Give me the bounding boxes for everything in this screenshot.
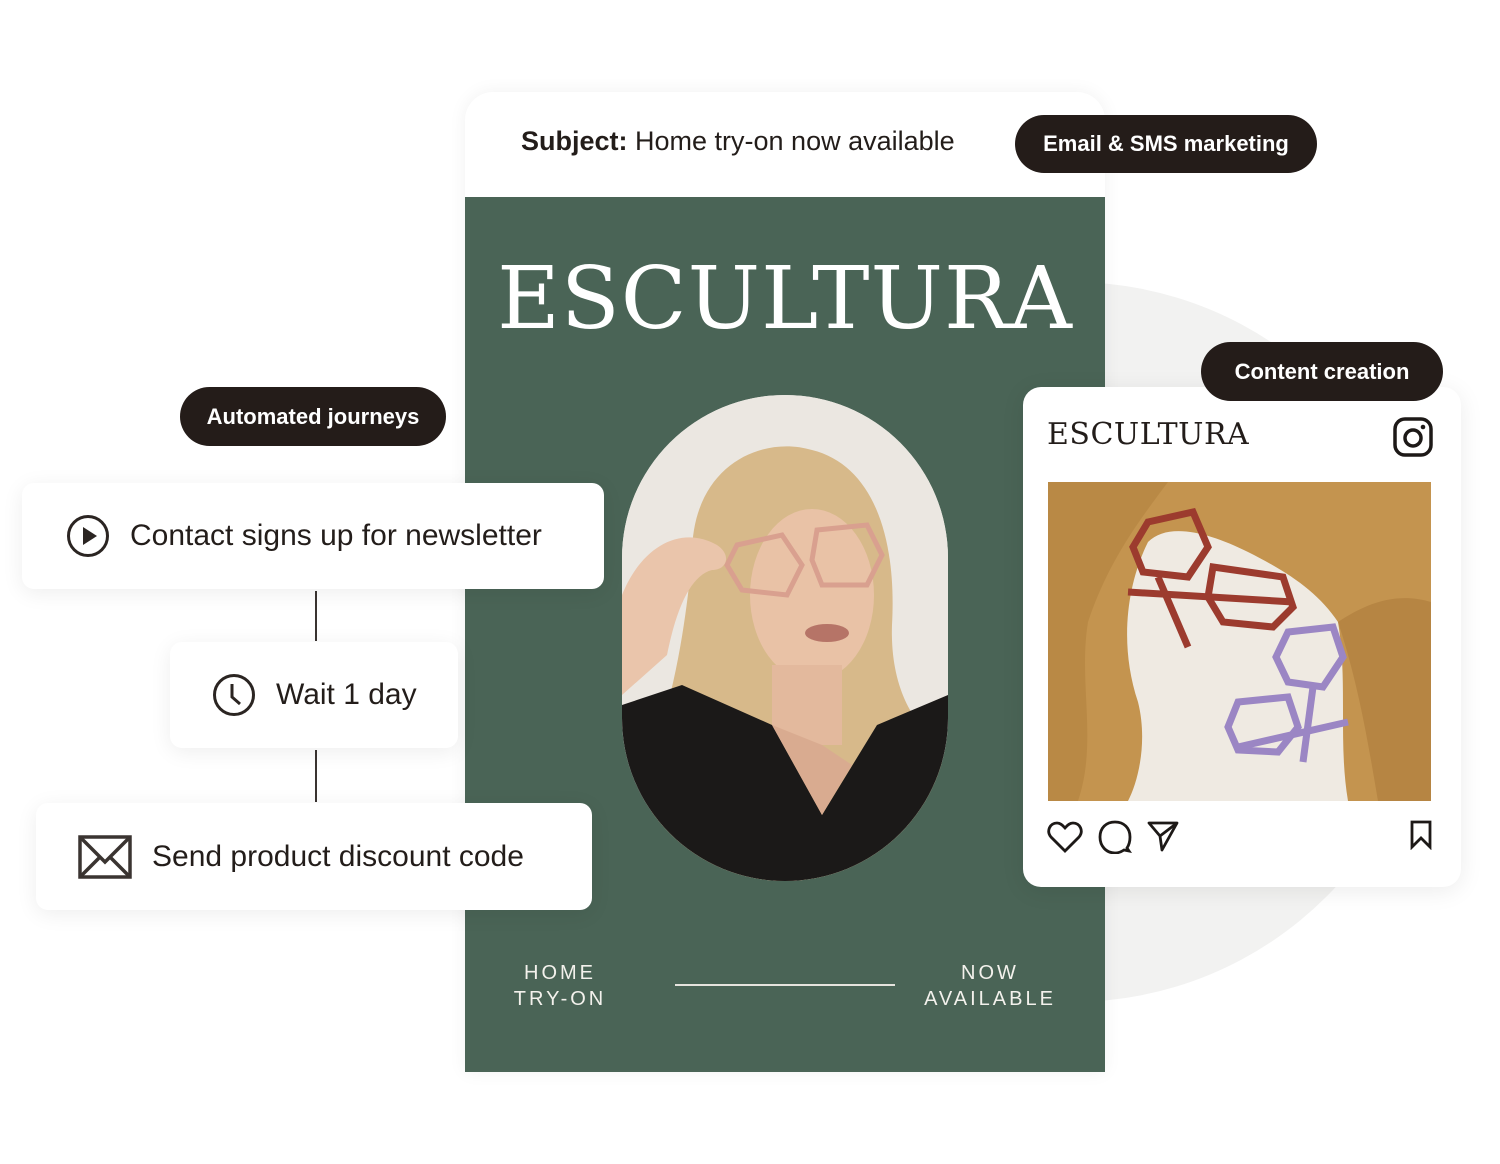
journey-step-signup[interactable]: Contact signs up for newsletter — [22, 483, 604, 589]
clock-icon — [212, 673, 256, 717]
journey-step-label: Contact signs up for newsletter — [130, 519, 542, 552]
footer-left-line-1: HOME — [524, 962, 596, 984]
bookmark-icon[interactable] — [1409, 820, 1433, 855]
journey-step-label: Wait 1 day — [276, 678, 417, 711]
model-portrait-image — [622, 395, 948, 881]
play-circle-icon — [66, 514, 110, 558]
comment-icon[interactable] — [1098, 820, 1133, 859]
content-creation-pill: Content creation — [1201, 342, 1443, 401]
share-icon[interactable] — [1147, 820, 1179, 857]
email-subject: Subject: Home try-on now available — [521, 126, 955, 157]
footer-right-line-1: NOW — [961, 962, 1019, 984]
footer-right-line-2: AVAILABLE — [924, 988, 1056, 1010]
journey-step-send-code[interactable]: Send product discount code — [36, 803, 592, 910]
journey-connector — [315, 750, 317, 802]
brand-logo: ESCULTURA — [497, 249, 1073, 349]
instagram-post-card: ESCULTURA — [1023, 387, 1461, 887]
automated-journeys-pill: Automated journeys — [180, 387, 446, 446]
footer-left-line-2: TRY-ON — [513, 988, 607, 1010]
journey-step-wait[interactable]: Wait 1 day — [170, 642, 458, 748]
post-brand-logo: ESCULTURA — [1047, 417, 1250, 452]
envelope-icon — [78, 834, 132, 879]
footer-now-available: NOW AVAILABLE — [915, 960, 1065, 1012]
heart-icon[interactable] — [1047, 820, 1083, 859]
journey-step-label: Send product discount code — [152, 839, 524, 873]
email-sms-marketing-pill: Email & SMS marketing — [1015, 115, 1317, 173]
email-body: ESCULTURA HOME TRY-ON NOW AVAILABLE — [465, 197, 1105, 1072]
journey-connector — [315, 591, 317, 641]
footer-divider — [675, 984, 895, 986]
eyewear-product-photo — [1048, 482, 1431, 801]
subject-label: Subject: — [521, 126, 628, 156]
post-actions-bar — [1047, 820, 1437, 856]
footer-home-try-on: HOME TRY-ON — [505, 960, 615, 1012]
instagram-icon[interactable] — [1393, 417, 1433, 462]
subject-text: Home try-on now available — [627, 126, 955, 156]
